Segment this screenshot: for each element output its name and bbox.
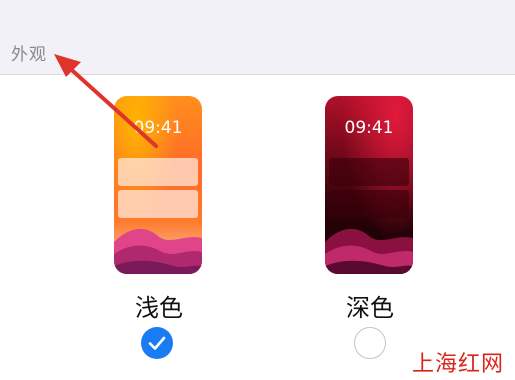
section-title: 外观 bbox=[11, 45, 47, 65]
wallpaper-wave bbox=[325, 228, 413, 274]
light-mode-radio[interactable] bbox=[141, 327, 173, 359]
preview-time: 09:41 bbox=[133, 118, 183, 138]
light-mode-preview[interactable]: 09:41 bbox=[114, 96, 202, 274]
section-header-band bbox=[0, 0, 515, 75]
preview-time: 09:41 bbox=[344, 118, 394, 138]
preview-widget bbox=[118, 158, 198, 186]
preview-widget bbox=[329, 158, 409, 186]
watermark-text: 上海红网 bbox=[412, 352, 505, 377]
dark-mode-radio[interactable] bbox=[354, 327, 386, 359]
dark-mode-label[interactable]: 深色 bbox=[310, 288, 430, 323]
light-mode-label[interactable]: 浅色 bbox=[99, 288, 219, 323]
wallpaper-wave bbox=[114, 228, 202, 274]
dark-mode-preview[interactable]: 09:41 bbox=[325, 96, 413, 274]
checkmark-icon bbox=[148, 336, 166, 350]
